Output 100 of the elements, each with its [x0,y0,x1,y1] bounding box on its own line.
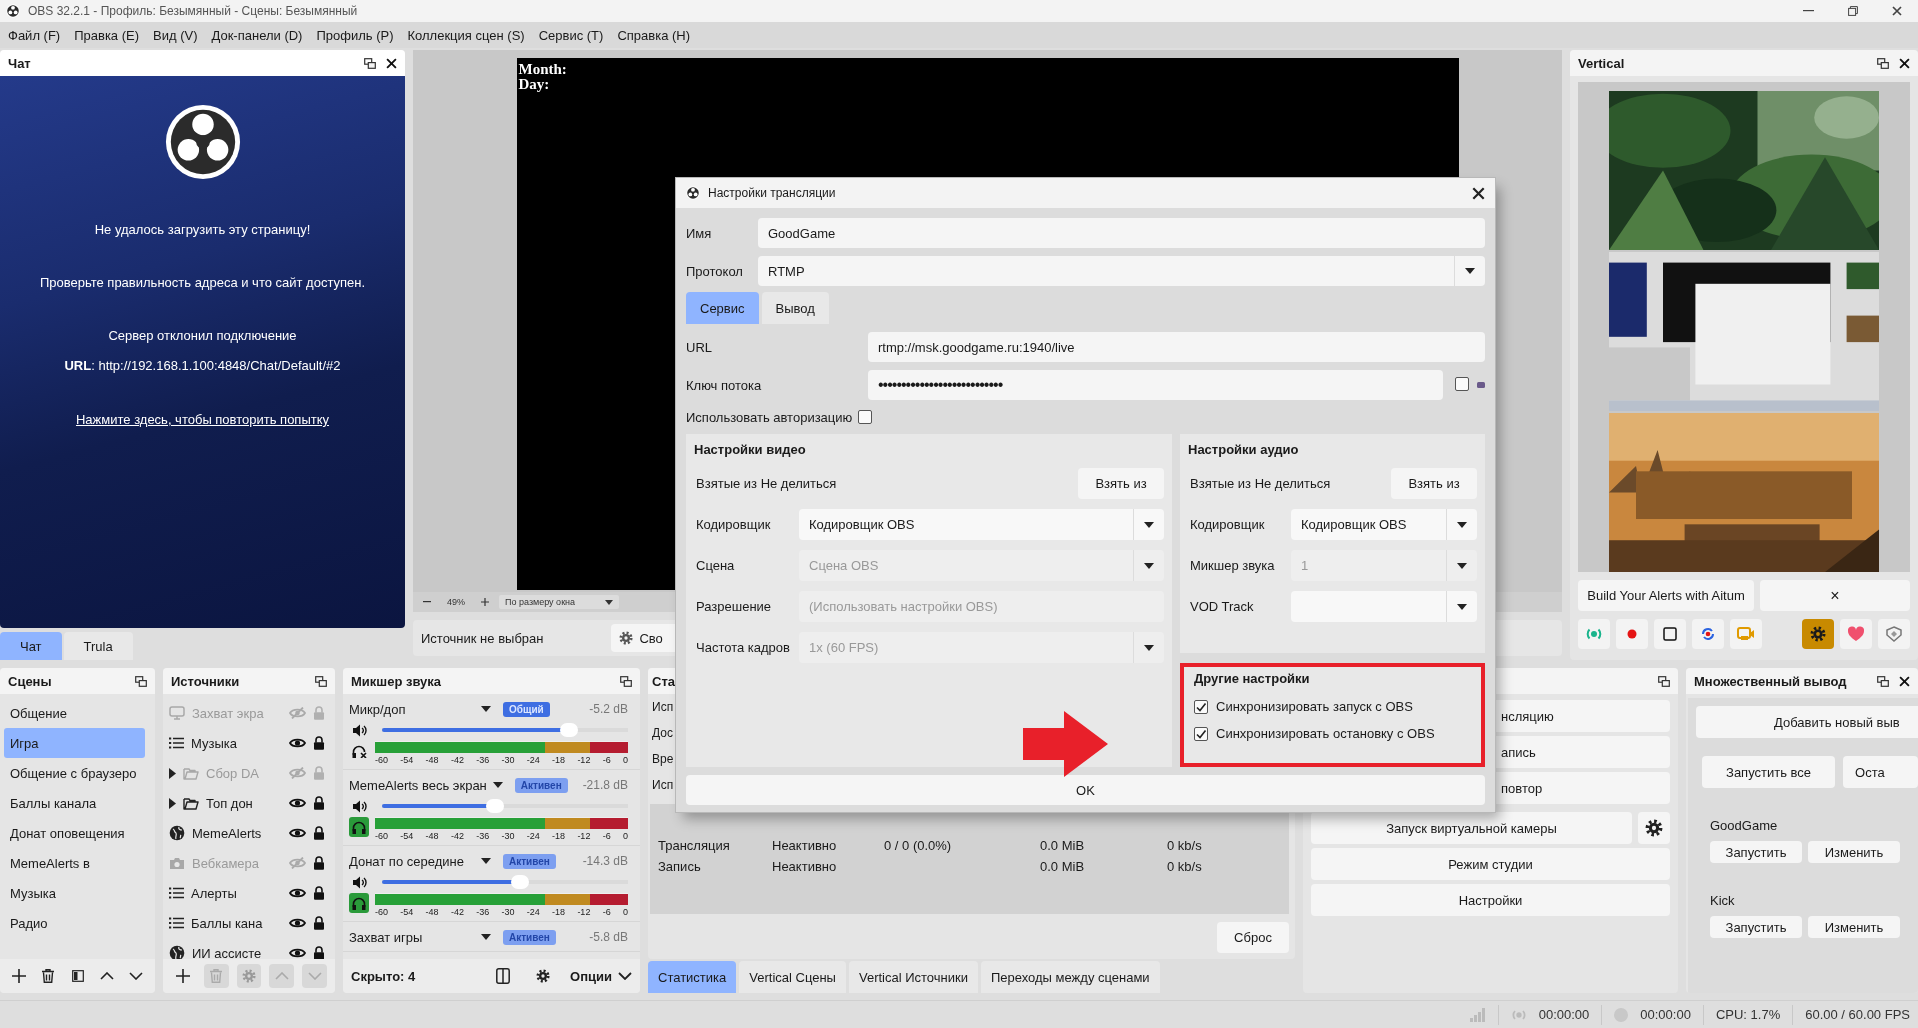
overlay-text: Day: [518,77,550,92]
meter-tick: 0 [622,907,628,917]
panel-title: Сцены [8,673,52,689]
meter-tick: -6 [602,907,611,917]
zoom-level: 49% [447,597,465,607]
window-title: OBS 32.2.1 - Профиль: Безымянный - Сцены: Безымянный [28,4,358,18]
meter-tick: -24 [526,755,540,765]
channel-name: Донат по середине [349,853,465,869]
meter-tick: -54 [400,907,414,917]
panel-title: Чат [8,55,31,71]
meter-tick: -30 [501,831,515,841]
panel-title: Ста [652,673,675,689]
meter-tick: -48 [425,831,439,841]
table-cell-text: 0.0 MiB [1040,859,1086,874]
volume-reading: -14.3 dB [582,854,628,868]
meter-tick: -18 [552,755,566,765]
meter-tick: -30 [501,755,515,765]
meter-tick: -42 [450,831,464,841]
meter-tick: -18 [552,907,566,917]
field-label: Ключ потока [686,377,763,393]
meter-tick: -18 [552,831,566,841]
field-label: Протокол [686,263,744,279]
table-cell-text: Трансляция [658,838,731,853]
table-cell-text: 0 / 0 (0.0%) [884,838,953,853]
field-label: VOD Track [1190,599,1255,614]
fps-counter: 60.00 / 60.00 FPS [1805,1007,1910,1022]
volume-reading: -5.8 dB [589,930,628,944]
field-label: Кодировщик [696,517,772,532]
group-title: Другие настройки [1194,671,1311,687]
meter-tick: -30 [501,907,515,917]
source-status: Источник не выбран [421,630,544,646]
checkbox-label: Синхронизировать запуск с OBS [1216,699,1413,714]
panel-title: Vertical [1578,55,1625,71]
error-hint: Проверьте правильность адреса и что сайт доступен. [39,275,366,290]
panel-title: Источники [171,673,240,689]
meter-tick: 0 [622,755,628,765]
stream-time: 00:00:00 [1538,1007,1590,1022]
stat-label: Дос [652,726,673,742]
stat-label: Исп [652,700,674,716]
meter-tick: -36 [476,755,490,765]
field-label: Кодировщик [1190,517,1266,532]
table-cell-text: Неактивно [772,859,838,874]
meter-tick: -54 [400,831,414,841]
error-title: Не удалось загрузить эту страницу! [94,222,311,237]
output-name: Kick [1709,893,1736,908]
volume-reading: -21.8 dB [582,778,628,792]
status-badge: Общий [503,701,550,717]
stat-label: Вре [652,752,674,768]
meter-tick: -24 [526,907,540,917]
table-cell-text: Неактивно [772,838,838,853]
overlay-text: Month: [518,62,567,77]
field-label: Сцена [696,558,736,573]
meter-tick: -12 [577,755,591,765]
meter-tick: -54 [400,755,414,765]
inherit-label: Взятые из Не делиться [1190,476,1331,491]
meter-tick: -36 [476,831,490,841]
meter-tick: -42 [450,907,464,917]
channel-name: Захват игры [349,929,424,945]
meter-tick: -12 [577,831,591,841]
stat-label: Исп [652,778,674,794]
meter-tick: -36 [476,907,490,917]
meter-tick: -24 [526,831,540,841]
panel-title: Микшер звука [351,673,442,689]
hidden-count: Скрыто: 4 [351,968,416,984]
checkbox-label: Использовать авторизацию [686,409,853,425]
meter-tick: -48 [425,907,439,917]
cpu-usage: CPU: 1.7% [1715,1007,1781,1022]
field-label: Имя [686,225,713,241]
output-name: GoodGame [1709,818,1779,833]
dialog-title: Настройки трансляции [708,186,836,200]
meter-tick: 0 [622,831,628,841]
field-label: Разрешение [696,599,773,614]
group-title: Настройки аудио [1188,442,1300,458]
error-url: URL: http://192.168.1.100:4848/Chat/Default/#2 [64,358,341,373]
table-cell-text: Запись [658,859,702,874]
status-badge: Активен [503,853,556,869]
meter-tick: -48 [425,755,439,765]
meter-tick: -60 [375,831,388,841]
error-reason: Сервер отклонил подключение [108,328,297,343]
field-label: URL [686,339,713,355]
inherit-label: Взятые из Не делиться [696,476,837,491]
channel-name: Микр/доп [349,701,407,717]
status-badge: Активен [503,929,556,945]
status-badge: Активен [514,777,568,793]
meter-tick: -60 [375,907,388,917]
field-label: Микшер звука [1190,558,1276,573]
meter-tick: -6 [602,755,611,765]
table-cell-text: 0 kb/s [1167,838,1203,853]
meter-tick: -6 [602,831,611,841]
meter-tick: -12 [577,907,591,917]
table-cell-text: 0.0 MiB [1040,838,1086,853]
meter-tick: -60 [375,755,388,765]
record-time: 00:00:00 [1640,1007,1691,1022]
table-cell-text: 0 kb/s [1167,859,1203,874]
panel-title: Множественный вывод [1694,673,1847,689]
volume-reading: -5.2 dB [589,702,628,716]
checkbox-label: Синхронизировать остановку с OBS [1216,726,1435,741]
group-title: Настройки видео [694,442,807,458]
meter-tick: -42 [450,755,464,765]
channel-name: MemeAlerts весь экран [349,777,487,793]
